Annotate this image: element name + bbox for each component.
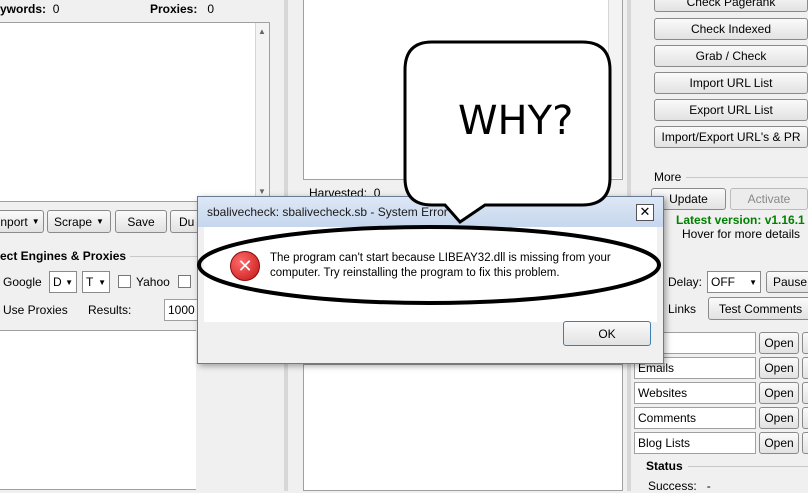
annotation-text: WHY? <box>458 98 574 144</box>
highlight-ellipse <box>197 225 661 305</box>
annotation-overlay <box>197 40 661 305</box>
